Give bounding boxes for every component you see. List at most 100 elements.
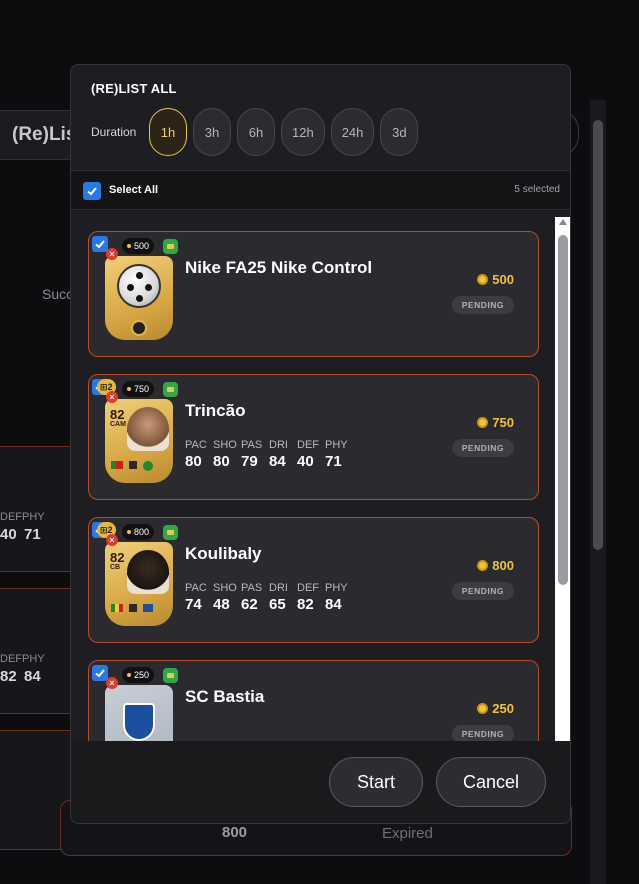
ball-badge-icon <box>131 320 147 336</box>
duration-label: Duration <box>91 125 137 139</box>
stat: DEF 82 <box>297 582 319 613</box>
buy-price-pill: 750 <box>122 381 155 397</box>
player-stats: PAC 80 SHO 80 PAS 79 DRI 84 DEF 40 PHY 71 <box>185 439 349 470</box>
background-stat-value: 71 <box>24 526 41 543</box>
background-bottom-status: Expired <box>382 825 433 842</box>
list-price-value: 750 <box>492 415 514 430</box>
card-position: CB <box>110 564 121 571</box>
league-icon <box>129 604 137 612</box>
remove-icon[interactable]: × <box>106 248 118 260</box>
tradable-icon <box>163 668 178 683</box>
check-icon <box>95 240 105 249</box>
ball-icon <box>117 264 161 308</box>
item-name: Koulibaly <box>185 544 262 563</box>
nation-flag-icon <box>111 461 123 469</box>
buy-price: 500 <box>134 241 150 251</box>
modal-footer: Start Cancel <box>71 741 570 823</box>
item-name: Nike FA25 Nike Control <box>185 258 373 277</box>
background-bottom-price: 800 <box>222 824 248 841</box>
select-all-bar: Select All 5 selected <box>71 170 570 210</box>
scroll-up-icon[interactable] <box>559 219 567 225</box>
item-card-image: 82 CAM <box>105 399 173 483</box>
background-success-label: Succ <box>42 286 74 302</box>
coin-icon <box>477 703 489 714</box>
club-crest-icon <box>123 703 155 741</box>
coin-icon <box>127 387 131 391</box>
cancel-button[interactable]: Cancel <box>436 757 546 807</box>
nation-flag-icon <box>111 604 123 612</box>
status-badge: PENDING <box>451 296 514 314</box>
status-badge: PENDING <box>451 582 514 600</box>
list-price-value: 500 <box>492 272 514 287</box>
coin-icon <box>477 417 489 428</box>
list-scrollbar[interactable] <box>555 217 570 741</box>
background-row <box>0 446 80 572</box>
club-icon <box>143 604 153 612</box>
duration-1h-button[interactable]: 1h <box>149 108 187 156</box>
stat: PAC 74 <box>185 582 207 613</box>
duration-3d-button[interactable]: 3d <box>380 108 419 156</box>
list-price: 800 <box>477 558 514 573</box>
stat: PAS 62 <box>241 582 263 613</box>
stat: DRI 84 <box>269 439 288 470</box>
background-stat-label: DEF <box>0 511 22 523</box>
select-all-checkbox[interactable] <box>83 182 101 200</box>
tradable-icon <box>163 382 178 397</box>
coin-icon <box>477 560 489 571</box>
page-scrollbar-thumb[interactable] <box>593 120 603 550</box>
list-scrollbar-thumb[interactable] <box>558 235 568 585</box>
buy-price-pill: 800 <box>122 524 155 540</box>
card-rating: 82 <box>110 550 125 565</box>
background-stat-label: PHY <box>22 511 45 523</box>
coin-icon <box>127 673 131 677</box>
status-badge: PENDING <box>451 439 514 457</box>
stat: PAC 80 <box>185 439 207 470</box>
tradable-icon <box>163 525 178 540</box>
select-all-label: Select All <box>109 184 159 196</box>
background-stat-label: PHY <box>22 653 45 665</box>
item-checkbox[interactable] <box>92 236 108 252</box>
background-stat-value: 84 <box>24 668 41 685</box>
item-card-image <box>105 256 173 340</box>
item-checkbox[interactable] <box>92 665 108 681</box>
buy-price-pill: 500 <box>122 238 155 254</box>
remove-icon[interactable]: × <box>106 391 118 403</box>
check-icon <box>95 669 105 678</box>
list-price: 250 <box>477 701 514 716</box>
duration-options: 1h 3h 6h 12h 24h 3d <box>149 108 419 156</box>
stat: PAS 79 <box>241 439 263 470</box>
buy-price: 250 <box>134 670 150 680</box>
stat: SHO 80 <box>213 439 237 470</box>
modal-title: (RE)LIST ALL <box>91 81 177 96</box>
buy-price: 800 <box>134 527 150 537</box>
item-name: SC Bastia <box>185 687 265 706</box>
player-stats: PAC 74 SHO 48 PAS 62 DRI 65 DEF 82 PHY 84 <box>185 582 349 613</box>
stat: PHY 84 <box>325 582 348 613</box>
duration-24h-button[interactable]: 24h <box>330 108 375 156</box>
list-item[interactable]: × 500 Nike FA25 Nike Control 500 PENDING <box>88 231 539 357</box>
stat: DEF 40 <box>297 439 319 470</box>
card-position: CAM <box>110 421 126 428</box>
list-item[interactable]: × 250 SC Bastia 250 PENDING <box>88 660 539 741</box>
item-list: × 500 Nike FA25 Nike Control 500 PENDING… <box>71 211 570 741</box>
card-flags <box>111 604 153 612</box>
coin-icon <box>127 530 131 534</box>
list-item[interactable]: 82 CB ⊞2 × 800 Koulibaly PAC 74 SHO 48 PAS <box>88 517 539 643</box>
duration-12h-button[interactable]: 12h <box>281 108 325 156</box>
list-price-value: 800 <box>492 558 514 573</box>
item-card-image: 82 CB <box>105 542 173 626</box>
buy-price: 750 <box>134 384 150 394</box>
remove-icon[interactable]: × <box>106 677 118 689</box>
remove-icon[interactable]: × <box>106 534 118 546</box>
background-stat-label: DEF <box>0 653 22 665</box>
list-item[interactable]: 82 CAM ⊞2 × 750 Trincão PAC 80 SHO 80 PAS 7 <box>88 374 539 500</box>
duration-3h-button[interactable]: 3h <box>193 108 231 156</box>
background-row <box>0 588 80 714</box>
list-price: 500 <box>477 272 514 287</box>
coin-icon <box>127 244 131 248</box>
start-button[interactable]: Start <box>329 757 423 807</box>
stat: DRI 65 <box>269 582 288 613</box>
buy-price-pill: 250 <box>122 667 155 683</box>
club-icon <box>143 461 153 471</box>
duration-6h-button[interactable]: 6h <box>237 108 275 156</box>
